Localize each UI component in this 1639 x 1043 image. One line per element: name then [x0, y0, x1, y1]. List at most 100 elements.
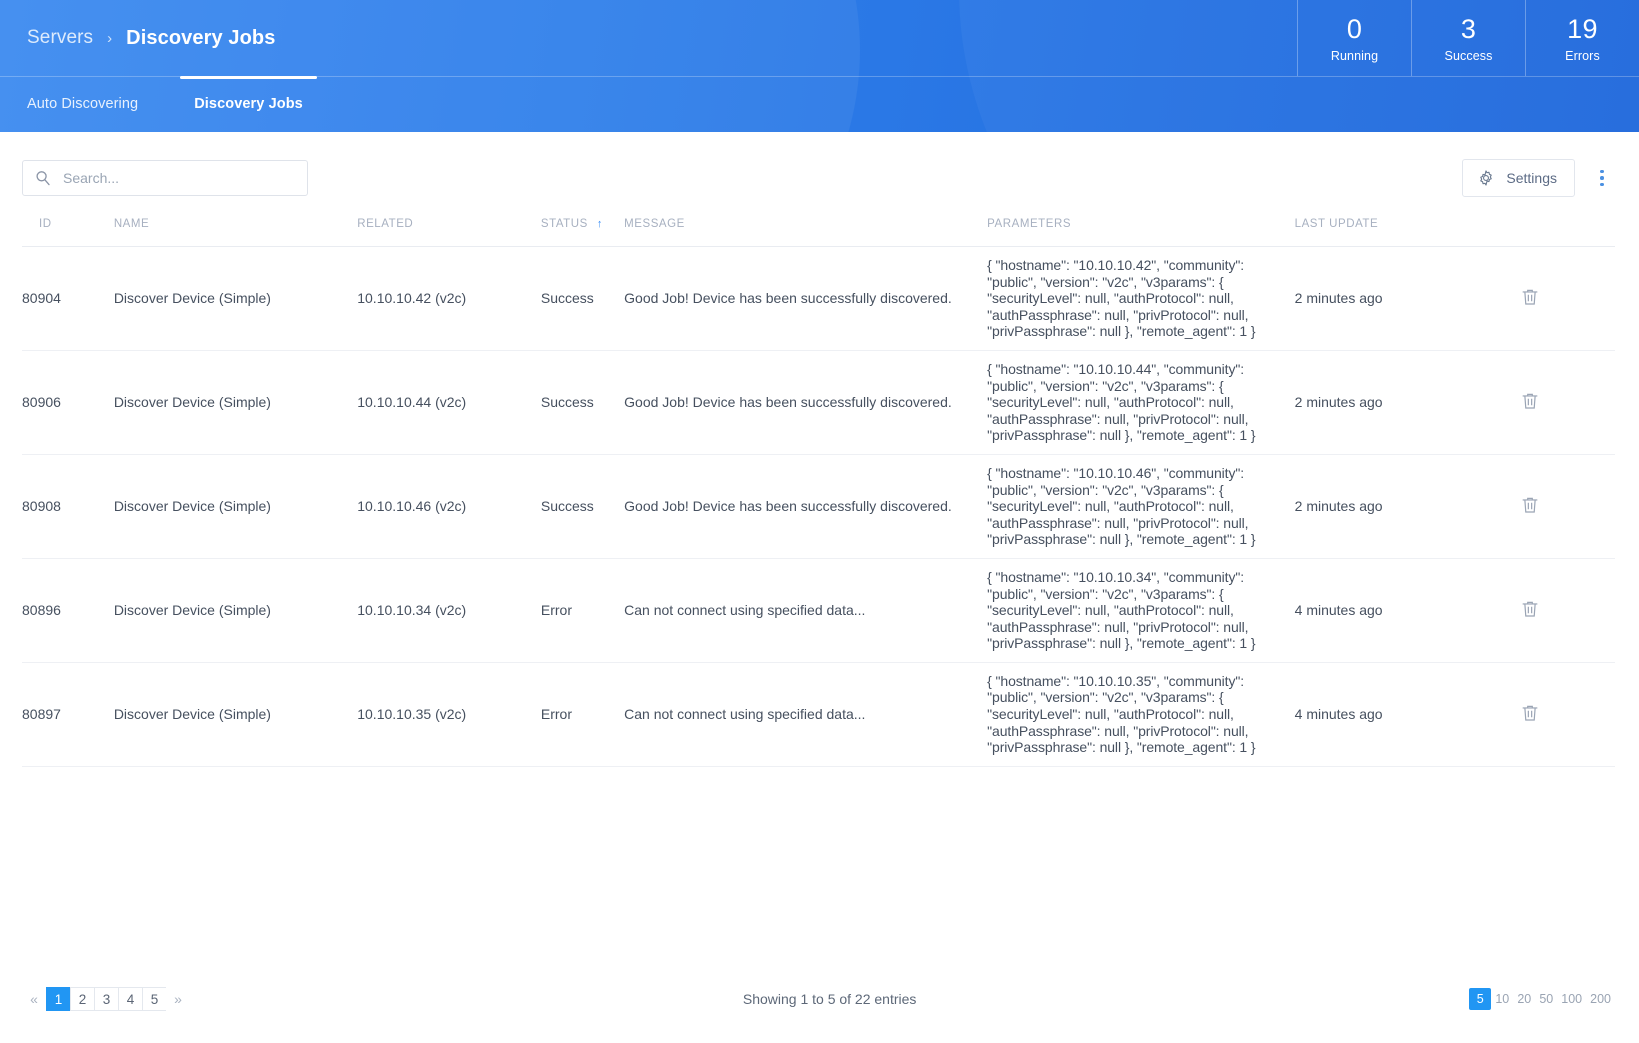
cell-last-update: 4 minutes ago [1294, 662, 1519, 767]
stat-errors-label: Errors [1565, 48, 1600, 63]
column-header-related[interactable]: RELATED [357, 204, 541, 247]
cell-last-update: 2 minutes ago [1294, 246, 1519, 351]
cell-message: Good Job! Device has been successfully d… [624, 350, 988, 455]
cell-parameters: { "hostname": "10.10.10.46", "community"… [987, 454, 1295, 559]
jobs-table-container: ID NAME RELATED STATUS ↑ MESSAGE PARAMETE… [0, 204, 1639, 767]
pagination-page-4[interactable]: 4 [118, 987, 142, 1011]
pagination-page-3[interactable]: 3 [94, 987, 118, 1011]
pagination-page-5[interactable]: 5 [142, 987, 166, 1011]
page-size-5[interactable]: 5 [1469, 988, 1492, 1010]
trash-icon[interactable] [1519, 390, 1543, 414]
entries-summary: Showing 1 to 5 of 22 entries [742, 991, 917, 1007]
search-input[interactable] [22, 160, 308, 196]
cell-last-update: 2 minutes ago [1294, 350, 1519, 455]
page-size-10[interactable]: 10 [1491, 988, 1513, 1010]
table-toolbar: Settings [0, 132, 1639, 204]
status-badge: Error [540, 558, 625, 663]
app-page: Servers › Discovery Jobs 0 Running 3 Suc… [0, 0, 1639, 1043]
cell-parameters: { "hostname": "10.10.10.42", "community"… [987, 246, 1295, 351]
pagination-page-2[interactable]: 2 [70, 987, 94, 1011]
stat-errors[interactable]: 19 Errors [1525, 0, 1639, 76]
stat-errors-value: 19 [1567, 14, 1598, 45]
pagination-prev[interactable]: « [22, 987, 46, 1011]
cell-id: 80904 [22, 246, 114, 351]
cell-parameters: { "hostname": "10.10.10.44", "community"… [987, 350, 1295, 455]
trash-icon[interactable] [1519, 286, 1543, 310]
cell-name: Discover Device (Simple) [113, 558, 358, 663]
header-stats: 0 Running 3 Success 19 Errors [1297, 0, 1639, 76]
trash-icon[interactable] [1519, 494, 1543, 518]
cell-related: 10.10.10.44 (v2c) [357, 350, 541, 455]
tab-auto-discovering-label: Auto Discovering [27, 96, 139, 112]
stat-success-value: 3 [1460, 14, 1477, 45]
kebab-dot-1 [1600, 169, 1604, 174]
status-badge: Error [540, 662, 625, 767]
kebab-dot-3 [1600, 182, 1604, 187]
cell-last-update: 2 minutes ago [1294, 454, 1519, 559]
page-size-20[interactable]: 20 [1513, 988, 1535, 1010]
table-header-row: ID NAME RELATED STATUS ↑ MESSAGE PARAMETE… [22, 204, 1615, 247]
cell-id: 80906 [22, 350, 114, 455]
sort-ascending-icon: ↑ [596, 218, 603, 230]
trash-icon[interactable] [1519, 598, 1543, 622]
pagination-next[interactable]: » [166, 987, 190, 1011]
stat-running-label: Running [1330, 48, 1379, 63]
stat-running[interactable]: 0 Running [1297, 0, 1411, 76]
column-header-parameters[interactable]: PARAMETERS [987, 204, 1295, 247]
table-row[interactable]: 80897 Discover Device (Simple) 10.10.10.… [22, 662, 1615, 767]
cell-actions [1518, 454, 1615, 559]
column-header-last-update[interactable]: LAST UPDATE [1294, 204, 1519, 247]
settings-button[interactable]: Settings [1462, 159, 1575, 197]
pagination: « 1 2 3 4 5 » [22, 987, 190, 1011]
page-size-50[interactable]: 50 [1535, 988, 1557, 1010]
search-icon [35, 170, 51, 186]
table-body: 80904 Discover Device (Simple) 10.10.10.… [22, 246, 1615, 767]
column-header-actions [1518, 204, 1615, 247]
gear-icon [1477, 169, 1495, 187]
cell-name: Discover Device (Simple) [113, 662, 358, 767]
column-header-message[interactable]: MESSAGE [624, 204, 988, 247]
stat-running-value: 0 [1346, 14, 1363, 45]
kebab-dot-2 [1600, 176, 1604, 180]
status-badge: Success [540, 350, 625, 455]
cell-related: 10.10.10.46 (v2c) [357, 454, 541, 559]
table-row[interactable]: 80906 Discover Device (Simple) 10.10.10.… [22, 350, 1615, 455]
cell-parameters: { "hostname": "10.10.10.35", "community"… [987, 662, 1295, 767]
cell-parameters: { "hostname": "10.10.10.34", "community"… [987, 558, 1295, 663]
trash-icon[interactable] [1519, 702, 1543, 726]
column-header-status-label: STATUS [540, 218, 588, 230]
column-header-id[interactable]: ID [22, 204, 114, 247]
page-size-200[interactable]: 200 [1586, 988, 1615, 1010]
cell-related: 10.10.10.34 (v2c) [357, 558, 541, 663]
cell-actions [1518, 350, 1615, 455]
toolbar-actions: Settings [1462, 159, 1615, 197]
cell-actions [1518, 662, 1615, 767]
page-size-100[interactable]: 100 [1557, 988, 1586, 1010]
tab-discovery-jobs[interactable]: Discovery Jobs [174, 76, 323, 132]
column-header-status[interactable]: STATUS ↑ [540, 204, 625, 247]
page-title: Discovery Jobs [126, 26, 276, 49]
stat-success-label: Success [1444, 48, 1493, 63]
kebab-menu-icon[interactable] [1589, 163, 1615, 193]
settings-button-label: Settings [1506, 170, 1557, 186]
cell-actions [1518, 558, 1615, 663]
status-badge: Success [540, 454, 625, 559]
column-header-name[interactable]: NAME [113, 204, 358, 247]
cell-message: Can not connect using specified data... [624, 558, 988, 663]
cell-id: 80897 [22, 662, 114, 767]
breadcrumb-item-servers[interactable]: Servers [27, 27, 93, 49]
table-footer: « 1 2 3 4 5 » Showing 1 to 5 of 22 entri… [0, 955, 1639, 1043]
cell-name: Discover Device (Simple) [113, 350, 358, 455]
tab-discovery-jobs-label: Discovery Jobs [194, 96, 303, 112]
tab-auto-discovering[interactable]: Auto Discovering [27, 76, 174, 132]
cell-last-update: 4 minutes ago [1294, 558, 1519, 663]
table-row[interactable]: 80908 Discover Device (Simple) 10.10.10.… [22, 454, 1615, 559]
pagination-page-1[interactable]: 1 [46, 987, 70, 1011]
stat-success[interactable]: 3 Success [1411, 0, 1525, 76]
cell-related: 10.10.10.42 (v2c) [357, 246, 541, 351]
cell-message: Good Job! Device has been successfully d… [624, 454, 988, 559]
table-row[interactable]: 80896 Discover Device (Simple) 10.10.10.… [22, 558, 1615, 663]
table-row[interactable]: 80904 Discover Device (Simple) 10.10.10.… [22, 246, 1615, 351]
cell-id: 80908 [22, 454, 114, 559]
chevron-right-icon: › [107, 29, 113, 47]
